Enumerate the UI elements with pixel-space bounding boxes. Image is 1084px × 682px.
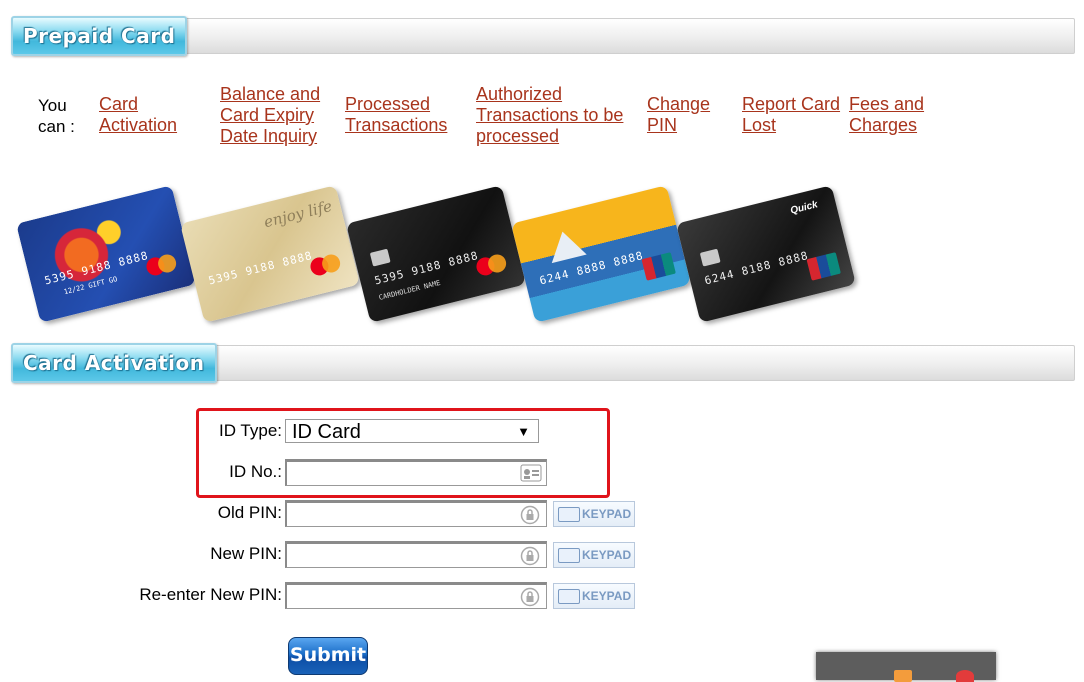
card-activation-title: Card Activation — [11, 343, 217, 383]
card-activation-banner: Card Activation — [11, 343, 1075, 383]
link-balance-expiry-inquiry[interactable]: Balance and Card Expiry Date Inquiry — [220, 84, 320, 147]
link-change-pin[interactable]: Change PIN — [647, 94, 710, 136]
lock-icon — [520, 546, 540, 566]
new-pin-label: New PIN: — [210, 544, 282, 563]
old-pin-label: Old PIN: — [217, 503, 282, 522]
toolbar-orange-icon[interactable] — [894, 670, 912, 682]
reenter-pin-input[interactable] — [285, 582, 547, 609]
id-no-label: ID No.: — [229, 462, 282, 481]
banner-bar — [179, 345, 1075, 381]
id-type-select[interactable]: ID Card ▼ — [285, 419, 539, 443]
lock-icon — [520, 505, 540, 525]
keyboard-icon — [558, 548, 580, 563]
prepaid-card-title: Prepaid Card — [11, 16, 188, 56]
toolbar-red-icon[interactable] — [956, 670, 974, 682]
link-report-card-lost[interactable]: Report Card Lost — [742, 94, 840, 136]
submit-button[interactable]: Submit — [288, 637, 368, 675]
unionpay-logo — [641, 252, 676, 281]
card-image-festive: 5395 9188 8888 12/22 GIFT GO — [16, 185, 196, 323]
unionpay-logo — [806, 252, 841, 281]
keyboard-icon — [558, 589, 580, 604]
link-authorized-transactions[interactable]: Authorized Transactions to be processed — [476, 84, 623, 147]
link-card-activation[interactable]: Card Activation — [99, 94, 177, 136]
keypad-button-new-pin[interactable]: KEYPAD — [553, 542, 635, 568]
link-fees-and-charges[interactable]: Fees and Charges — [849, 94, 924, 136]
prepaid-card-banner: Prepaid Card — [11, 16, 1075, 56]
card-image-quickpass: Quick 6244 8188 8888 — [676, 185, 856, 323]
id-type-label: ID Type: — [219, 421, 282, 440]
card-image-unionpay-scenic: 6244 8888 8888 — [511, 185, 691, 323]
keypad-button-old-pin[interactable]: KEYPAD — [553, 501, 635, 527]
keyboard-icon — [558, 507, 580, 522]
you-can-label: You can : — [38, 96, 75, 136]
keypad-button-reenter-pin[interactable]: KEYPAD — [553, 583, 635, 609]
dropdown-arrow-icon: ▼ — [517, 424, 530, 439]
old-pin-input[interactable] — [285, 500, 547, 527]
mastercard-logo — [474, 252, 509, 278]
banner-bar — [156, 18, 1075, 54]
chip-icon — [699, 248, 721, 267]
mastercard-logo — [308, 252, 343, 278]
lock-icon — [520, 587, 540, 607]
id-card-icon — [520, 464, 542, 482]
id-no-input[interactable] — [285, 459, 547, 486]
link-processed-transactions[interactable]: Processed Transactions — [345, 94, 447, 136]
chip-icon — [369, 248, 391, 267]
floating-toolbar[interactable] — [816, 652, 996, 682]
card-image-enjoy-life: enjoy life 5395 9188 8888 — [180, 185, 360, 323]
card-image-black-mastercard: 5395 9188 8888 CARDHOLDER NAME — [346, 185, 526, 323]
new-pin-input[interactable] — [285, 541, 547, 568]
reenter-pin-label: Re-enter New PIN: — [139, 585, 282, 604]
mastercard-logo — [144, 252, 179, 278]
